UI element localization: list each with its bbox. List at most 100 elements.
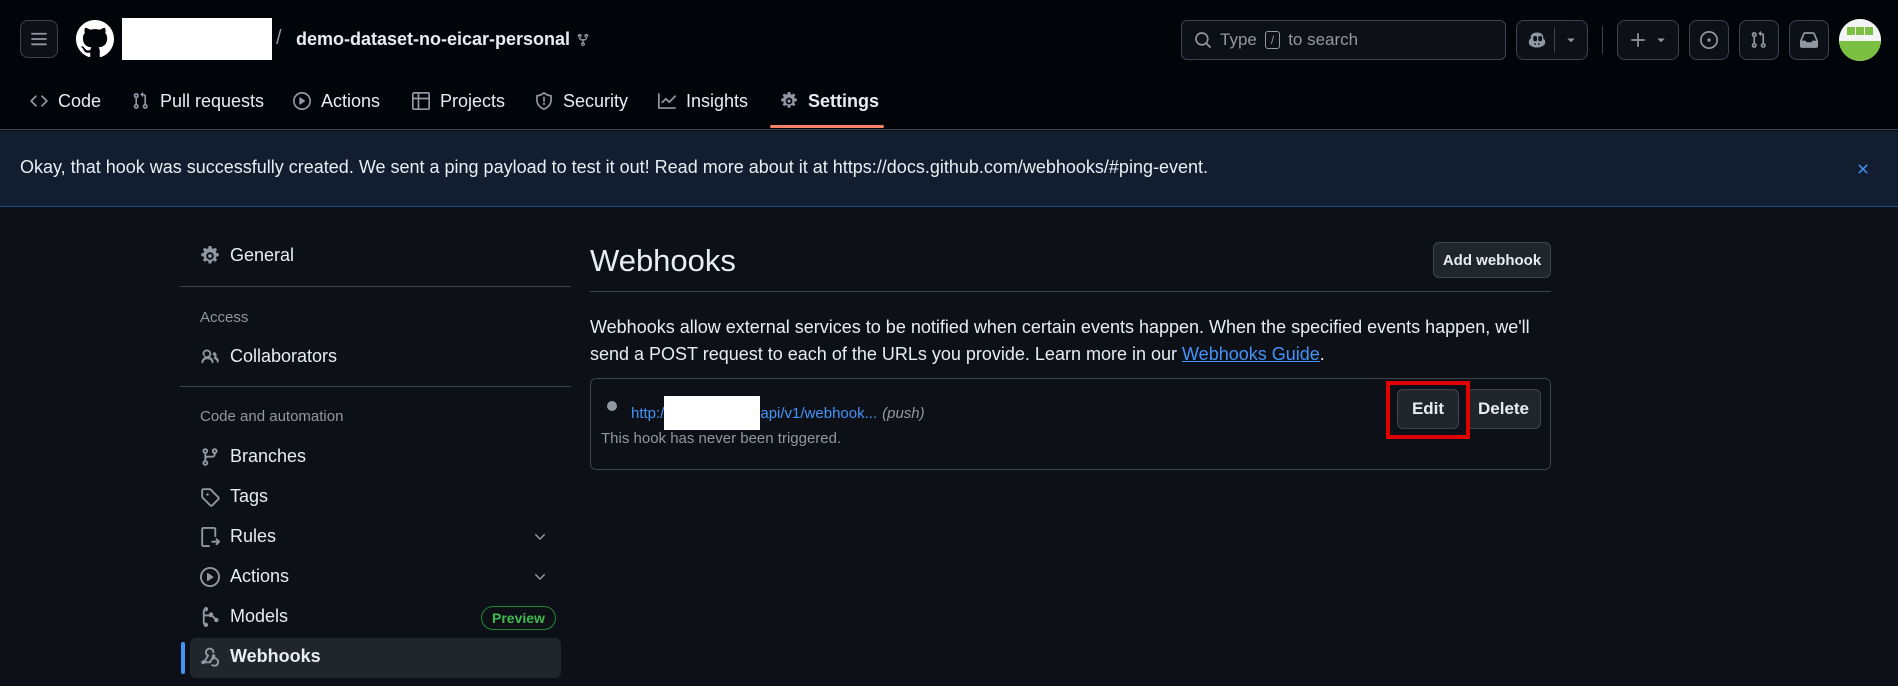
tab-insights-label: Insights <box>686 90 749 111</box>
flash-message: Okay, that hook was successfully created… <box>20 157 1208 177</box>
sidebar-item-label: Rules <box>230 526 277 546</box>
sidebar-item-label: Models <box>230 606 289 626</box>
git-pull-request-icon <box>133 92 148 109</box>
hook-url-prefix: http:/ <box>631 404 665 422</box>
rule-icon <box>201 526 220 547</box>
sidebar-divider <box>180 286 571 287</box>
sidebar-item-rules[interactable]: Rules <box>200 526 276 547</box>
people-icon <box>201 348 219 363</box>
search-placeholder-prefix: Type <box>1220 30 1257 49</box>
add-webhook-button[interactable]: Add webhook <box>1433 242 1551 278</box>
description-text: Webhooks allow external services to be n… <box>590 317 1530 364</box>
tab-insights[interactable]: Insights <box>658 86 748 116</box>
tab-pull-requests[interactable]: Pull requests <box>132 86 264 116</box>
sidebar-item-webhooks[interactable]: Webhooks <box>200 646 321 667</box>
tab-settings[interactable]: Settings <box>780 86 879 116</box>
sidebar-item-branches[interactable]: Branches <box>200 446 306 467</box>
issue-opened-icon <box>1700 31 1718 49</box>
preview-badge: Preview <box>481 606 556 630</box>
search-icon <box>1195 32 1211 48</box>
tab-actions[interactable]: Actions <box>293 86 380 116</box>
sidebar-item-label: Tags <box>230 486 269 506</box>
github-logo-icon[interactable] <box>76 20 114 58</box>
description-end: . <box>1319 344 1325 364</box>
menu-button[interactable] <box>20 20 58 58</box>
models-icon <box>202 606 219 627</box>
tab-security[interactable]: Security <box>535 86 628 116</box>
sidebar-item-collaborators[interactable]: Collaborators <box>200 346 337 367</box>
graph-icon <box>658 93 676 109</box>
owner-name-redacted[interactable] <box>122 18 272 60</box>
search-input[interactable]: Type / to search <box>1181 20 1506 60</box>
play-icon <box>293 92 311 110</box>
webhook-icon <box>201 647 220 667</box>
page-title: Webhooks <box>590 243 736 278</box>
sidebar-item-tags[interactable]: Tags <box>200 486 268 507</box>
play-icon <box>200 566 220 587</box>
sidebar-item-label: Collaborators <box>230 346 338 366</box>
path-separator: / <box>276 27 282 49</box>
tab-projects[interactable]: Projects <box>412 86 505 116</box>
hook-status-text: This hook has never been triggered. <box>601 430 842 447</box>
close-icon <box>1858 164 1868 174</box>
sidebar-divider <box>180 386 571 387</box>
tab-security-label: Security <box>563 90 629 111</box>
header-divider <box>1602 26 1603 54</box>
code-icon <box>30 95 48 107</box>
hook-status-dot <box>607 401 617 411</box>
sidebar-item-actions[interactable]: Actions <box>200 566 289 587</box>
issues-button[interactable] <box>1689 20 1729 60</box>
pull-requests-button[interactable] <box>1739 20 1779 60</box>
tab-code-label: Code <box>58 90 102 111</box>
title-divider <box>590 291 1551 292</box>
gear-icon <box>201 245 219 263</box>
delete-webhook-button[interactable]: Delete <box>1466 389 1541 429</box>
avatar[interactable] <box>1839 19 1881 61</box>
tab-settings-label: Settings <box>808 90 880 111</box>
repo-name-label: demo-dataset-no-eicar-personal <box>296 29 571 49</box>
sidebar-item-label: Branches <box>230 446 307 466</box>
tab-actions-label: Actions <box>321 90 381 111</box>
copilot-icon <box>1528 32 1546 48</box>
create-new-button[interactable] <box>1617 20 1679 60</box>
copilot-button[interactable] <box>1516 20 1588 60</box>
git-pull-request-icon <box>1751 31 1766 48</box>
sidebar-item-label: General <box>230 245 295 265</box>
app-header: / demo-dataset-no-eicar-personal Type / … <box>0 0 1898 130</box>
sidebar-heading-access: Access <box>200 309 249 326</box>
hook-event: (push) <box>882 404 925 422</box>
chevron-down-icon[interactable] <box>532 529 548 545</box>
dismiss-button[interactable] <box>1852 158 1874 180</box>
webhooks-description: Webhooks allow external services to be n… <box>590 314 1550 368</box>
git-branch-icon <box>202 447 218 466</box>
tab-code[interactable]: Code <box>30 86 101 116</box>
repo-name[interactable]: demo-dataset-no-eicar-personal <box>296 29 590 50</box>
plus-icon <box>1631 33 1645 47</box>
sidebar-heading-code-automation: Code and automation <box>200 408 344 425</box>
hook-url-redacted <box>664 396 761 430</box>
chevron-down-icon <box>1657 38 1665 43</box>
table-icon <box>412 92 430 110</box>
highlight-box <box>1386 381 1470 439</box>
webhooks-guide-link[interactable]: Webhooks Guide <box>1182 344 1320 364</box>
selected-marker <box>181 642 185 674</box>
search-shortcut-key: / <box>1264 31 1281 49</box>
hook-url-link[interactable]: http:/ api/v1/webhook... (push) <box>631 396 925 430</box>
chevron-down-icon <box>1567 38 1575 43</box>
selected-tab-indicator <box>770 125 884 128</box>
sidebar-item-label: Actions <box>230 566 290 586</box>
hamburger-icon <box>31 32 47 46</box>
sidebar-item-label: Webhooks <box>230 646 321 666</box>
tag-icon <box>201 487 220 507</box>
chevron-down-icon[interactable] <box>532 569 548 585</box>
sidebar-item-general[interactable]: General <box>200 245 294 266</box>
tab-pull-requests-label: Pull requests <box>160 90 265 111</box>
sidebar-item-models[interactable]: Models <box>200 606 288 627</box>
hook-url-suffix: api/v1/webhook... <box>760 404 878 422</box>
gear-icon <box>781 92 797 108</box>
shield-icon <box>536 92 552 110</box>
search-placeholder-suffix: to search <box>1288 30 1359 49</box>
success-flash-banner: Okay, that hook was successfully created… <box>0 131 1898 207</box>
fork-icon <box>577 33 589 46</box>
inbox-button[interactable] <box>1789 20 1829 60</box>
